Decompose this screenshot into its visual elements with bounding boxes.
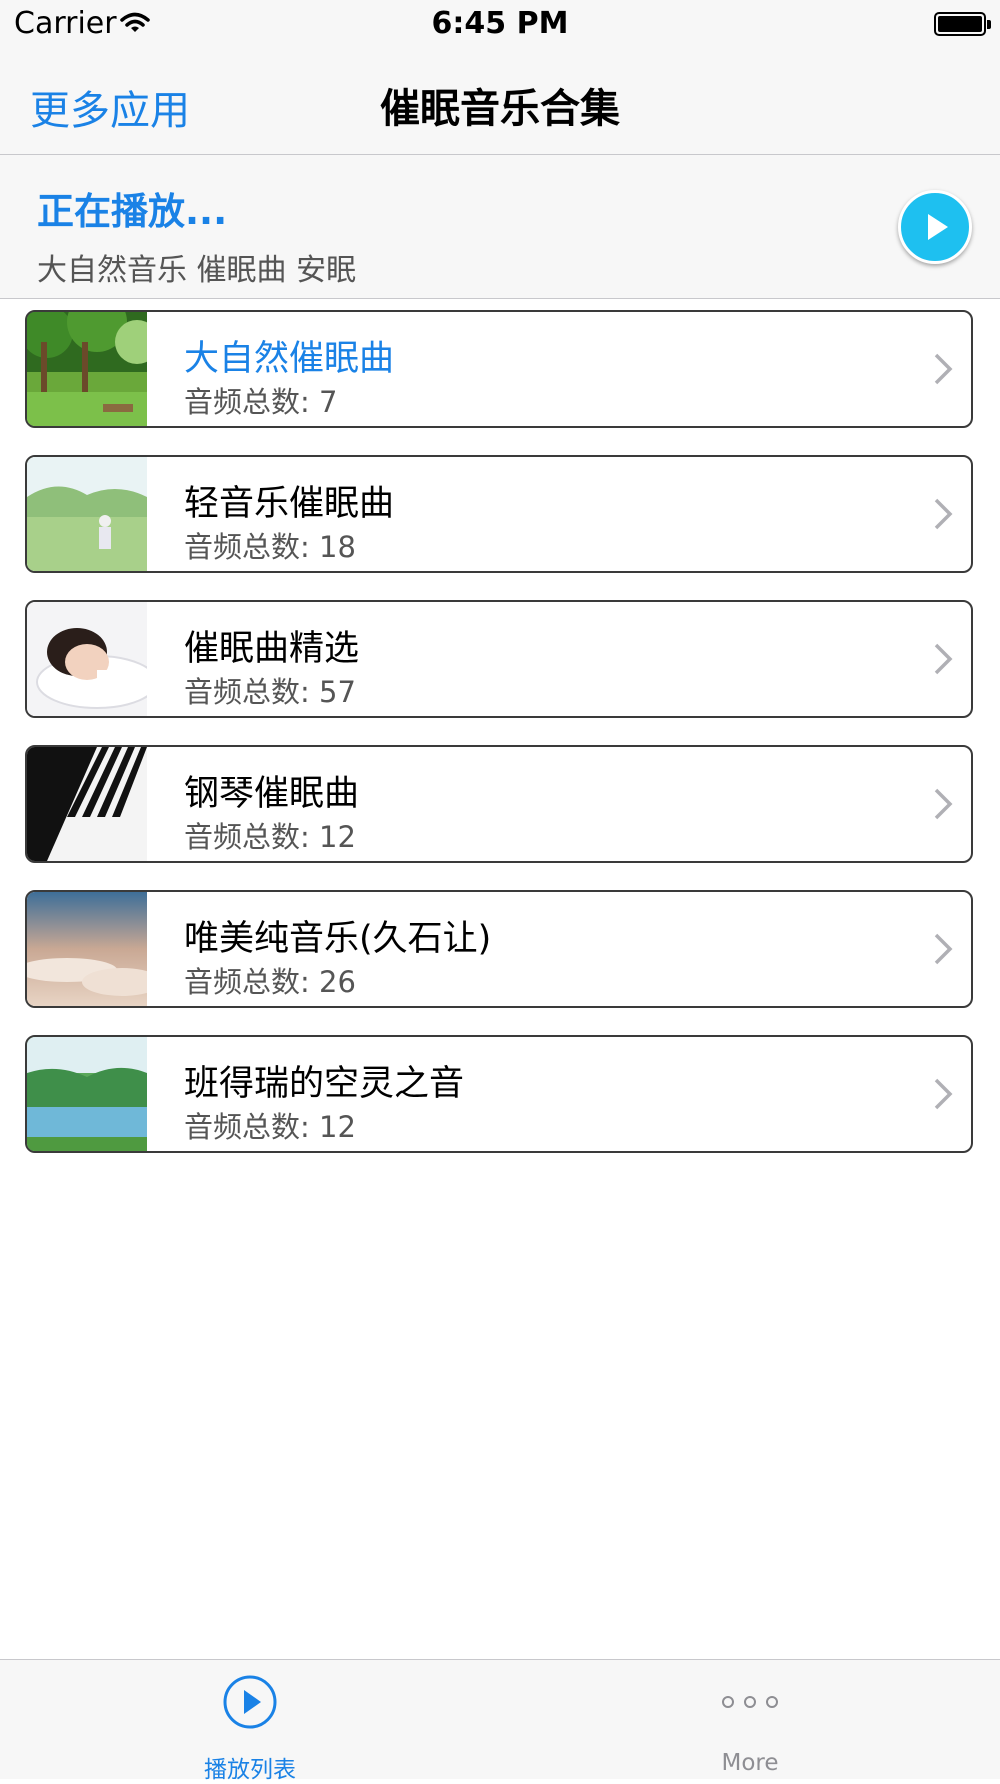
chevron-right-icon xyxy=(934,933,953,965)
playlist-title: 轻音乐催眠曲 xyxy=(184,484,395,524)
more-dots-icon xyxy=(722,1696,778,1708)
now-playing-label: 正在播放... xyxy=(37,190,228,233)
tab-label: More xyxy=(721,1750,779,1776)
playlist-count: 音频总数: 12 xyxy=(184,820,356,854)
playlist-row-bandari[interactable]: 班得瑞的空灵之音 音频总数: 12 xyxy=(25,1035,973,1153)
chevron-right-icon xyxy=(934,643,953,675)
playlist-row-light-music[interactable]: 轻音乐催眠曲 音频总数: 18 xyxy=(25,455,973,573)
playlist-row-joe-hisaishi[interactable]: 唯美纯音乐(久石让) 音频总数: 26 xyxy=(25,890,973,1008)
playlist-count: 音频总数: 57 xyxy=(184,675,356,709)
playlist-count: 音频总数: 18 xyxy=(184,530,356,564)
nature-forest-thumbnail xyxy=(27,312,147,426)
playlist-title: 钢琴催眠曲 xyxy=(184,774,360,814)
now-playing-track: 大自然音乐 催眠曲 安眠 xyxy=(37,253,357,288)
play-circle-icon xyxy=(223,1675,277,1729)
sleeping-woman-thumbnail xyxy=(27,602,147,716)
tab-playlist[interactable]: 播放列表 xyxy=(0,1660,500,1783)
clock: 6:45 PM xyxy=(431,6,569,41)
playlist-title: 唯美纯音乐(久石让) xyxy=(184,919,492,959)
playlist-title: 催眠曲精选 xyxy=(184,629,360,669)
tab-label: 播放列表 xyxy=(204,1757,296,1783)
chevron-right-icon xyxy=(934,1078,953,1110)
status-bar: Carrier 6:45 PM xyxy=(0,0,1000,50)
playlist-count: 音频总数: 12 xyxy=(184,1110,356,1144)
playlist-count: 音频总数: 7 xyxy=(184,385,338,419)
page-title: 催眠音乐合集 xyxy=(380,86,620,132)
battery-icon xyxy=(934,12,991,36)
play-circle-icon xyxy=(928,214,948,240)
meadow-girl-thumbnail xyxy=(27,457,147,571)
piano-keys-thumbnail xyxy=(27,747,147,861)
navigation-bar: 更多应用 催眠音乐合集 xyxy=(0,50,1000,155)
chevron-right-icon xyxy=(934,788,953,820)
chevron-right-icon xyxy=(934,353,953,385)
play-button[interactable] xyxy=(898,190,972,264)
playlist-row-selected-lullabies[interactable]: 催眠曲精选 音频总数: 57 xyxy=(25,600,973,718)
playlist-title: 大自然催眠曲 xyxy=(184,339,395,379)
playlist-title: 班得瑞的空灵之音 xyxy=(184,1064,465,1104)
playlist-row-nature[interactable]: 大自然催眠曲 音频总数: 7 xyxy=(25,310,973,428)
playlist-row-piano[interactable]: 钢琴催眠曲 音频总数: 12 xyxy=(25,745,973,863)
tab-bar: 播放列表 More xyxy=(0,1659,1000,1783)
now-playing-bar[interactable]: 正在播放... 大自然音乐 催眠曲 安眠 xyxy=(0,155,1000,299)
tab-more[interactable]: More xyxy=(500,1660,1000,1779)
bandari-album-thumbnail xyxy=(27,1037,147,1151)
playlist-count: 音频总数: 26 xyxy=(184,965,356,999)
cloud-sky-thumbnail xyxy=(27,892,147,1006)
chevron-right-icon xyxy=(934,498,953,530)
